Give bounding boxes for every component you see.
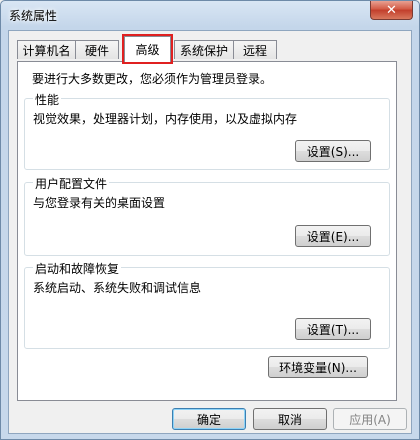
- startup-recovery-settings-button[interactable]: 设置(T)...: [295, 318, 371, 340]
- tab-system-protection[interactable]: 系统保护: [174, 40, 234, 59]
- close-icon: ✕: [386, 2, 397, 18]
- startup-recovery-group: 启动和故障恢复 系统启动、系统失败和调试信息 设置(T)...: [24, 260, 390, 349]
- user-profiles-group: 用户配置文件 与您登录有关的桌面设置 设置(E)...: [24, 175, 390, 256]
- user-profiles-settings-button[interactable]: 设置(E)...: [295, 225, 371, 247]
- tab-remote[interactable]: 远程: [233, 40, 277, 59]
- performance-group: 性能 视觉效果，处理器计划，内存使用，以及虚拟内存 设置(S)...: [24, 91, 390, 170]
- tab-strip: 计算机名 硬件 高级 系统保护 远程: [9, 31, 411, 64]
- apply-button[interactable]: 应用(A): [333, 408, 407, 430]
- title-bar[interactable]: 系统属性 ✕: [1, 1, 419, 29]
- tab-advanced[interactable]: 高级: [122, 34, 173, 64]
- tab-hardware[interactable]: 硬件: [75, 40, 119, 59]
- dialog-client-area: 计算机名 硬件 高级 系统保护 远程 要进行大多数更改，您必须作为管理员登录。 …: [8, 30, 412, 434]
- tab-computer-name[interactable]: 计算机名: [17, 40, 76, 59]
- startup-recovery-label: 启动和故障恢复: [33, 260, 122, 277]
- admin-notice: 要进行大多数更改，您必须作为管理员登录。: [32, 72, 273, 86]
- cancel-button[interactable]: 取消: [253, 408, 327, 430]
- ok-button[interactable]: 确定: [172, 408, 246, 430]
- user-profiles-description: 与您登录有关的桌面设置: [33, 196, 166, 210]
- performance-label: 性能: [33, 91, 62, 108]
- system-properties-window: 系统属性 ✕ 计算机名 硬件 高级 系统保护 远程 要进行大多数更改，您必须作为…: [0, 0, 420, 440]
- performance-description: 视觉效果，处理器计划，内存使用，以及虚拟内存: [33, 112, 298, 126]
- performance-settings-button[interactable]: 设置(S)...: [295, 140, 371, 162]
- advanced-tab-panel: 要进行大多数更改，您必须作为管理员登录。 性能 视觉效果，处理器计划，内存使用，…: [17, 61, 397, 401]
- startup-recovery-description: 系统启动、系统失败和调试信息: [33, 281, 202, 295]
- close-button[interactable]: ✕: [370, 1, 413, 20]
- environment-variables-button[interactable]: 环境变量(N)...: [268, 356, 368, 378]
- window-title: 系统属性: [9, 9, 58, 23]
- user-profiles-label: 用户配置文件: [33, 175, 110, 192]
